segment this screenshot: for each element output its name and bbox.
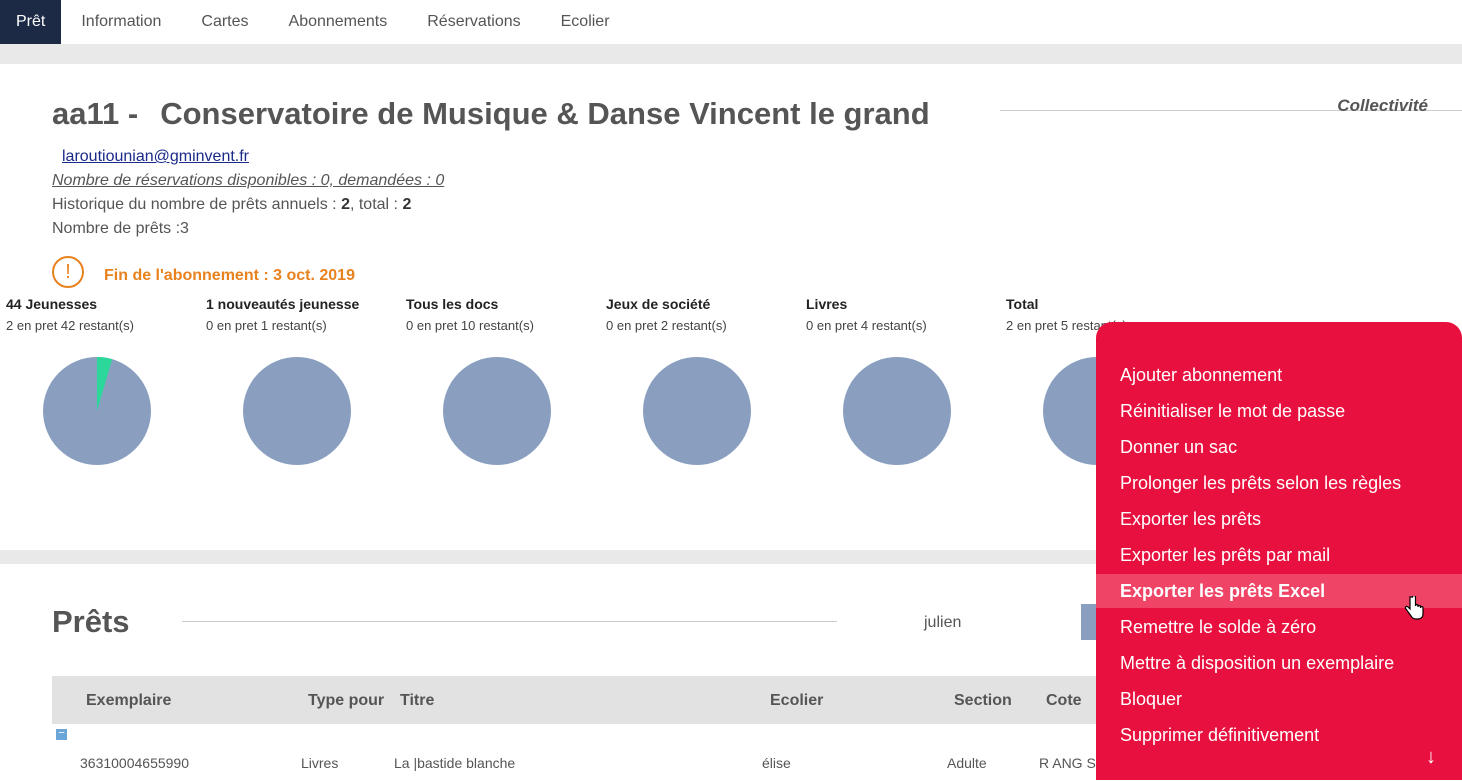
menu-item-10[interactable]: Supprimer définitivement	[1096, 718, 1462, 752]
col-section[interactable]: Section	[954, 692, 1012, 710]
quota-sub: 0 en pret 1 restant(s)	[206, 318, 327, 333]
quota-sub: 0 en pret 4 restant(s)	[806, 318, 927, 333]
pie-slice-remaining	[443, 357, 551, 465]
history-annual: 2	[341, 196, 350, 213]
quota-pie-4	[843, 357, 951, 465]
quota-name: 1 nouveautés jeunesse	[206, 296, 360, 312]
history-total-label: , total :	[349, 196, 403, 213]
user-select[interactable]: julien	[924, 614, 961, 632]
warning-icon: !	[52, 256, 84, 288]
menu-item-3[interactable]: Prolonger les prêts selon les règles	[1096, 466, 1462, 500]
tab-pret[interactable]: Prêt	[0, 0, 62, 44]
quota-name: Livres	[806, 296, 848, 312]
tab-bar: Prêt Information Cartes Abonnements Rése…	[0, 0, 1462, 44]
actions-menu: Ajouter abonnement Réinitialiser le mot d…	[1096, 322, 1462, 780]
quota-pie-1	[243, 357, 351, 465]
col-type[interactable]: Type pour	[308, 692, 384, 710]
quota-1: 1 nouveautés jeunesse 0 en pret 1 restant…	[206, 296, 396, 333]
cell-type: Livres	[301, 755, 339, 771]
cell-exemplaire: 36310004655990	[80, 755, 190, 771]
subscription-end: Fin de l'abonnement : 3 oct. 2019	[104, 267, 355, 284]
email-link[interactable]: laroutiounian@gminvent.fr	[62, 148, 249, 166]
quota-pie-2	[443, 357, 551, 465]
menu-item-2[interactable]: Donner un sac	[1096, 430, 1462, 464]
history-label: Historique du nombre de prêts annuels :	[52, 196, 342, 213]
menu-item-1[interactable]: Réinitialiser le mot de passe	[1096, 394, 1462, 428]
scroll-down-icon[interactable]: ↓	[1426, 746, 1436, 769]
quota-sub: 0 en pret 2 restant(s)	[606, 318, 727, 333]
page-title: aa11 - Conservatoire de Musique & Danse …	[52, 96, 930, 132]
quota-pie-3	[643, 357, 751, 465]
cell-titre[interactable]: La |bastide blanche	[394, 755, 515, 771]
collapse-icon[interactable]: −	[56, 728, 67, 740]
menu-item-8[interactable]: Mettre à disposition un exemplaire	[1096, 646, 1462, 680]
quota-name: Total	[1006, 296, 1039, 312]
col-ecolier[interactable]: Ecolier	[770, 692, 823, 710]
user-type: Collectivité	[1337, 96, 1428, 115]
pie-slice-remaining	[643, 357, 751, 465]
cell-cote: R ANG S	[1039, 755, 1096, 771]
col-titre[interactable]: Titre	[400, 692, 434, 710]
menu-item-9[interactable]: Bloquer	[1096, 682, 1462, 716]
user-name: Conservatoire de Musique & Danse Vincent…	[160, 96, 930, 131]
loans-title: Prêts	[52, 604, 130, 639]
quota-pie-0	[43, 357, 151, 465]
quota-0: 44 Jeunesses 2 en pret 42 restant(s)	[6, 296, 196, 333]
quota-3: Jeux de société 0 en pret 2 restant(s)	[606, 296, 796, 333]
hand-cursor-icon	[1404, 596, 1424, 620]
quota-2: Tous les docs 0 en pret 10 restant(s)	[406, 296, 596, 333]
col-exemplaire[interactable]: Exemplaire	[86, 692, 171, 710]
menu-item-4[interactable]: Exporter les prêts	[1096, 502, 1462, 536]
menu-item-0[interactable]: Ajouter abonnement	[1096, 358, 1462, 392]
quota-name: 44 Jeunesses	[6, 296, 98, 312]
reservations-link[interactable]: Nombre de réservations disponibles : 0, …	[52, 172, 444, 190]
cell-section: Adulte	[947, 755, 987, 771]
loan-history: Historique du nombre de prêts annuels : …	[52, 196, 411, 214]
quota-name: Jeux de société	[606, 296, 711, 312]
quota-4: Livres 0 en pret 4 restant(s)	[806, 296, 996, 333]
pie-slice-remaining	[843, 357, 951, 465]
tab-abonnements[interactable]: Abonnements	[269, 0, 408, 44]
tab-ecolier[interactable]: Ecolier	[541, 0, 630, 44]
col-cote[interactable]: Cote	[1046, 692, 1082, 710]
menu-item-5[interactable]: Exporter les prêts par mail	[1096, 538, 1462, 572]
quota-name: Tous les docs	[406, 296, 499, 312]
quota-sub: 0 en pret 10 restant(s)	[406, 318, 534, 333]
cell-ecolier: élise	[762, 755, 791, 771]
tab-information[interactable]: Information	[61, 0, 181, 44]
loans-title-divider	[182, 621, 837, 622]
quota-sub: 2 en pret 42 restant(s)	[6, 318, 134, 333]
history-total: 2	[402, 196, 412, 213]
loan-count: Nombre de prêts :3	[52, 220, 189, 237]
tab-reservations[interactable]: Réservations	[407, 0, 540, 44]
pie-slice-remaining	[243, 357, 351, 465]
tab-cartes[interactable]: Cartes	[181, 0, 268, 44]
user-code: aa11 -	[52, 96, 139, 131]
